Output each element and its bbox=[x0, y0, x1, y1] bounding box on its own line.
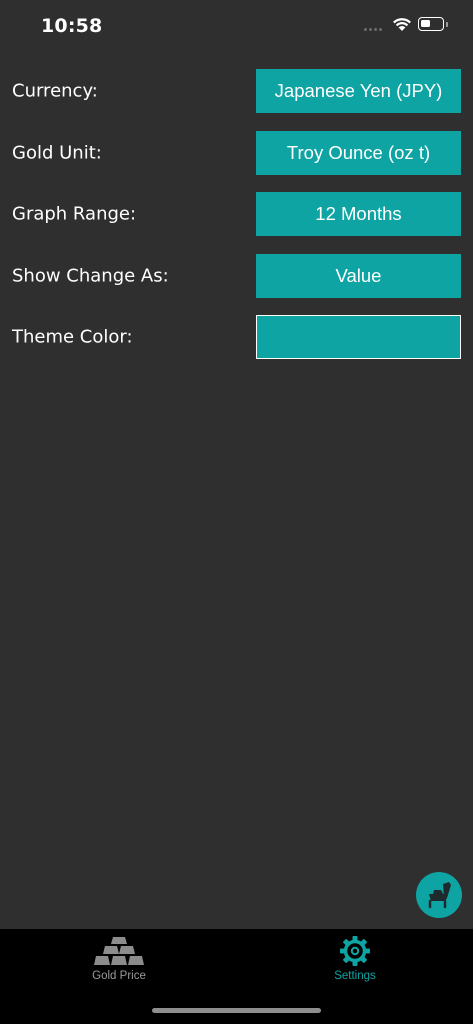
cellular-signal-icon bbox=[364, 28, 382, 31]
setting-row-gold-unit: Gold Unit: Troy Ounce (oz t) bbox=[0, 131, 473, 175]
tab-settings[interactable]: Settings bbox=[275, 929, 435, 989]
theme-color-label: Theme Color: bbox=[12, 326, 133, 348]
chair-icon bbox=[428, 882, 451, 909]
currency-select-button[interactable]: Japanese Yen (JPY) bbox=[256, 69, 461, 113]
tab-gold-price-label: Gold Price bbox=[92, 970, 146, 982]
battery-icon bbox=[418, 17, 444, 31]
battery-cap bbox=[446, 22, 448, 27]
gold-bars-icon bbox=[94, 937, 144, 965]
gold-unit-select-button[interactable]: Troy Ounce (oz t) bbox=[256, 131, 461, 175]
status-bar: 10:58 bbox=[0, 0, 473, 52]
currency-label: Currency: bbox=[12, 80, 98, 102]
theme-color-swatch-button[interactable] bbox=[256, 315, 461, 359]
tab-gold-price[interactable]: Gold Price bbox=[39, 929, 199, 989]
chair-fab-button[interactable] bbox=[416, 872, 462, 918]
graph-range-label: Graph Range: bbox=[12, 203, 137, 225]
show-change-select-button[interactable]: Value bbox=[256, 254, 461, 298]
tab-settings-label: Settings bbox=[334, 970, 376, 982]
setting-row-show-change: Show Change As: Value bbox=[0, 254, 473, 298]
setting-row-theme-color: Theme Color: bbox=[0, 315, 473, 359]
gold-unit-label: Gold Unit: bbox=[12, 142, 102, 164]
setting-row-graph-range: Graph Range: 12 Months bbox=[0, 192, 473, 236]
home-indicator bbox=[152, 1008, 321, 1013]
setting-row-currency: Currency: Japanese Yen (JPY) bbox=[0, 69, 473, 113]
graph-range-select-button[interactable]: 12 Months bbox=[256, 192, 461, 236]
wifi-icon bbox=[393, 18, 411, 31]
gear-icon bbox=[340, 936, 370, 966]
status-time: 10:58 bbox=[41, 15, 103, 37]
show-change-label: Show Change As: bbox=[12, 265, 169, 287]
